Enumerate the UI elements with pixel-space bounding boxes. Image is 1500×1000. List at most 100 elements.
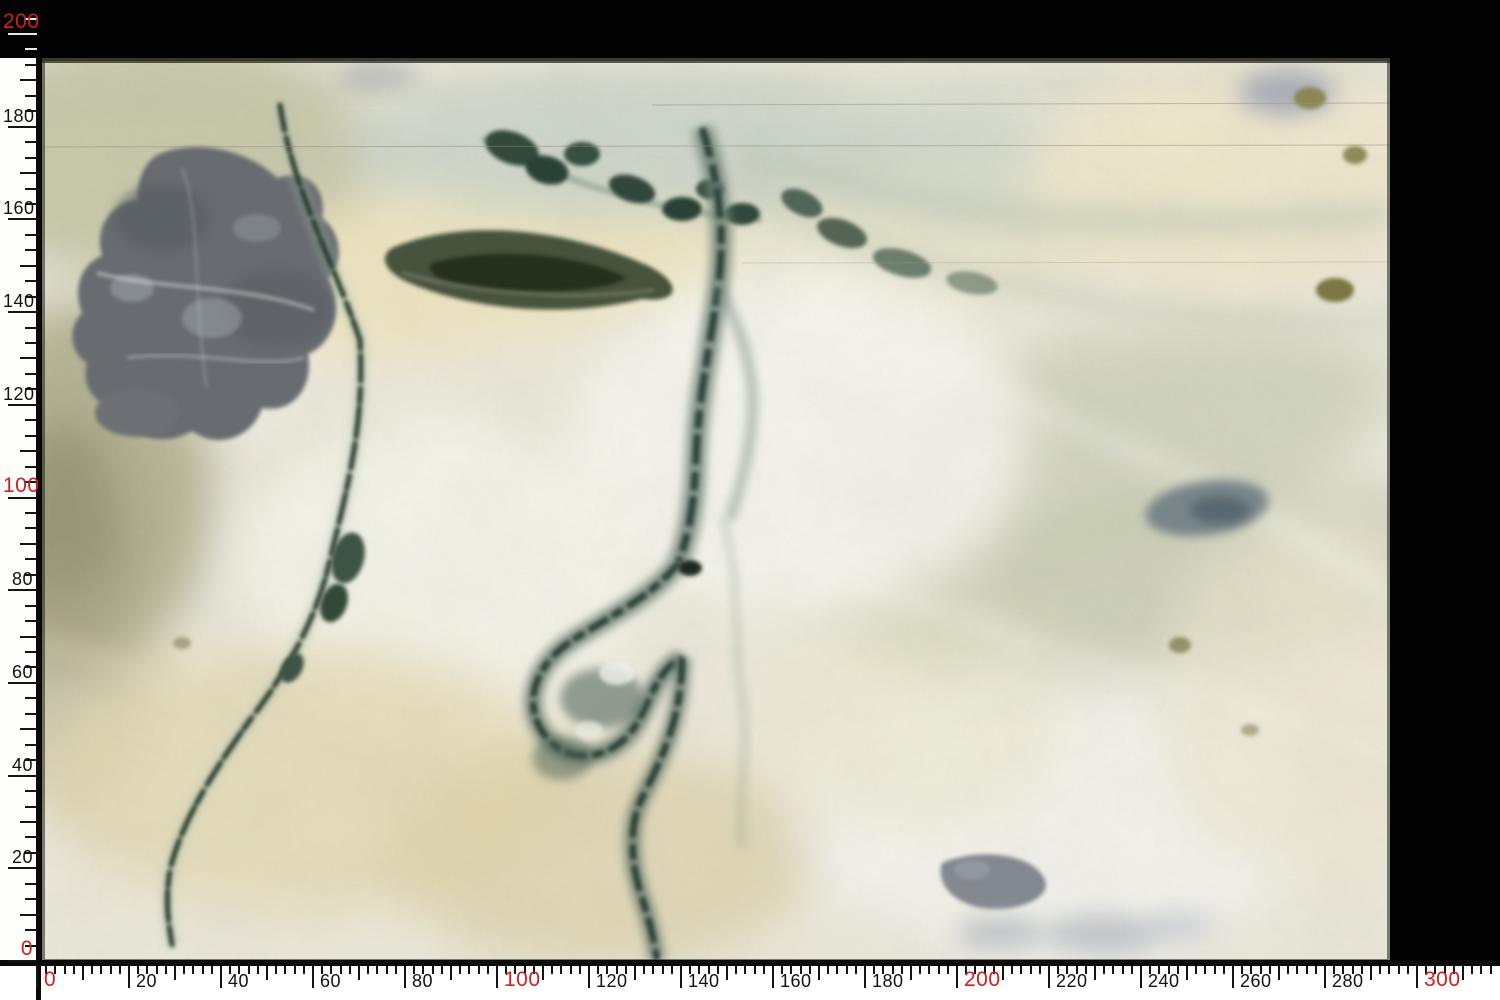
bottom-ruler-tick: [1480, 966, 1482, 974]
bottom-ruler-label: 240: [1148, 971, 1180, 991]
left-ruler-tick: [25, 898, 37, 900]
left-ruler-label: 60: [3, 662, 33, 682]
bottom-ruler-tick: [165, 966, 167, 974]
left-ruler-label: 0: [3, 938, 33, 960]
bottom-ruler-tick: [404, 966, 406, 988]
left-ruler-tick: [25, 466, 37, 468]
bottom-ruler-tick: [174, 966, 176, 980]
marble-slab-photo: [42, 58, 1390, 962]
left-ruler-tick: [8, 497, 37, 499]
left-ruler-tick: [25, 48, 37, 50]
bottom-ruler-tick: [1388, 966, 1390, 974]
bottom-ruler-label: 0: [44, 969, 56, 991]
left-ruler-tick: [8, 589, 37, 591]
left-ruler-tick: [25, 419, 37, 421]
bottom-ruler-tick: [1278, 966, 1280, 980]
bottom-ruler-tick: [459, 966, 461, 974]
bottom-ruler-tick: [64, 966, 66, 974]
bottom-ruler-tick: [1232, 966, 1234, 988]
bottom-ruler-tick: [1315, 966, 1317, 974]
bottom-ruler-tick: [864, 966, 866, 988]
left-ruler-tick: [8, 218, 37, 220]
bottom-ruler-tick: [560, 966, 562, 974]
bottom-ruler-label: 260: [1240, 971, 1272, 991]
left-ruler-tick: [25, 929, 37, 931]
bottom-ruler-tick: [376, 966, 378, 974]
bottom-ruler-tick: [1186, 966, 1188, 980]
bottom-ruler-tick: [744, 966, 746, 974]
left-ruler-tick: [8, 33, 37, 35]
bottom-ruler-tick: [1296, 966, 1298, 974]
bottom-ruler-tick: [82, 966, 84, 980]
left-ruler-tick: [20, 543, 37, 545]
bottom-ruler-label: 100: [504, 969, 541, 991]
bottom-ruler-tick: [671, 966, 673, 974]
bottom-ruler-tick: [846, 966, 848, 974]
left-ruler-tick: [25, 620, 37, 622]
bottom-ruler-tick: [947, 966, 949, 974]
bottom-ruler-tick: [183, 966, 185, 974]
left-ruler-tick: [25, 249, 37, 251]
bottom-ruler-tick: [726, 966, 728, 980]
bottom-ruler-tick: [1002, 966, 1004, 980]
bottom-ruler-label: 280: [1332, 971, 1364, 991]
bottom-ruler-tick: [1195, 966, 1197, 974]
left-ruler-label: 40: [3, 755, 33, 775]
bottom-ruler-tick: [211, 966, 213, 974]
left-ruler-tick: [8, 775, 37, 777]
bottom-ruler-tick: [367, 966, 369, 974]
bottom-ruler-tick: [551, 966, 553, 974]
bottom-ruler-tick: [919, 966, 921, 974]
bottom-ruler-tick: [1020, 966, 1022, 974]
bottom-ruler-tick: [1462, 966, 1464, 980]
left-ruler-tick: [25, 883, 37, 885]
left-ruler-tick: [25, 744, 37, 746]
bottom-ruler-tick: [192, 966, 194, 974]
bottom-ruler-tick: [303, 966, 305, 974]
bottom-ruler-tick: [680, 966, 682, 988]
left-ruler-tick: [8, 126, 37, 128]
bottom-ruler-tick: [1407, 966, 1409, 974]
left-ruler-tick: [25, 280, 37, 282]
bottom-ruler-label: 20: [136, 971, 157, 991]
bottom-ruler-label: 160: [780, 971, 812, 991]
bottom-ruler-tick: [827, 966, 829, 974]
bottom-ruler-tick: [1223, 966, 1225, 974]
left-ruler-tick: [25, 141, 37, 143]
left-ruler-tick: [20, 357, 37, 359]
bottom-ruler-tick: [349, 966, 351, 974]
bottom-ruler-tick: [202, 966, 204, 974]
bottom-ruler-tick: [1103, 966, 1105, 974]
left-ruler-label: 160: [3, 198, 33, 218]
left-ruler-label: 200: [3, 11, 33, 33]
left-ruler-tick: [25, 435, 37, 437]
slab-top-edge: [42, 58, 1390, 63]
bottom-ruler-label: 180: [872, 971, 904, 991]
left-ruler-tick: [8, 311, 37, 313]
bottom-ruler-tick: [1214, 966, 1216, 974]
bottom-ruler-tick: [938, 966, 940, 974]
left-ruler-tick: [25, 651, 37, 653]
bottom-ruler-tick: [1490, 966, 1492, 974]
bottom-ruler-tick: [542, 966, 544, 980]
bottom-ruler-tick: [652, 966, 654, 974]
bottom-ruler-tick: [1379, 966, 1381, 974]
left-ruler-label: 140: [3, 291, 33, 311]
left-ruler-tick: [25, 342, 37, 344]
bottom-ruler-tick: [634, 966, 636, 980]
bottom-ruler-tick: [284, 966, 286, 974]
bottom-ruler-tick: [1306, 966, 1308, 974]
bottom-ruler-tick: [588, 966, 590, 988]
bottom-ruler-tick: [1398, 966, 1400, 974]
bottom-ruler-tick: [1471, 966, 1473, 974]
left-ruler-tick: [20, 914, 37, 916]
bottom-ruler-tick: [386, 966, 388, 974]
bottom-ruler-tick: [956, 966, 958, 988]
left-ruler-tick: [25, 605, 37, 607]
bottom-ruler-label: 140: [688, 971, 720, 991]
left-ruler-tick: [8, 404, 37, 406]
bottom-ruler-tick: [754, 966, 756, 974]
bottom-ruler-tick: [1112, 966, 1114, 974]
left-ruler-tick: [20, 728, 37, 730]
bottom-ruler-tick: [1370, 966, 1372, 980]
